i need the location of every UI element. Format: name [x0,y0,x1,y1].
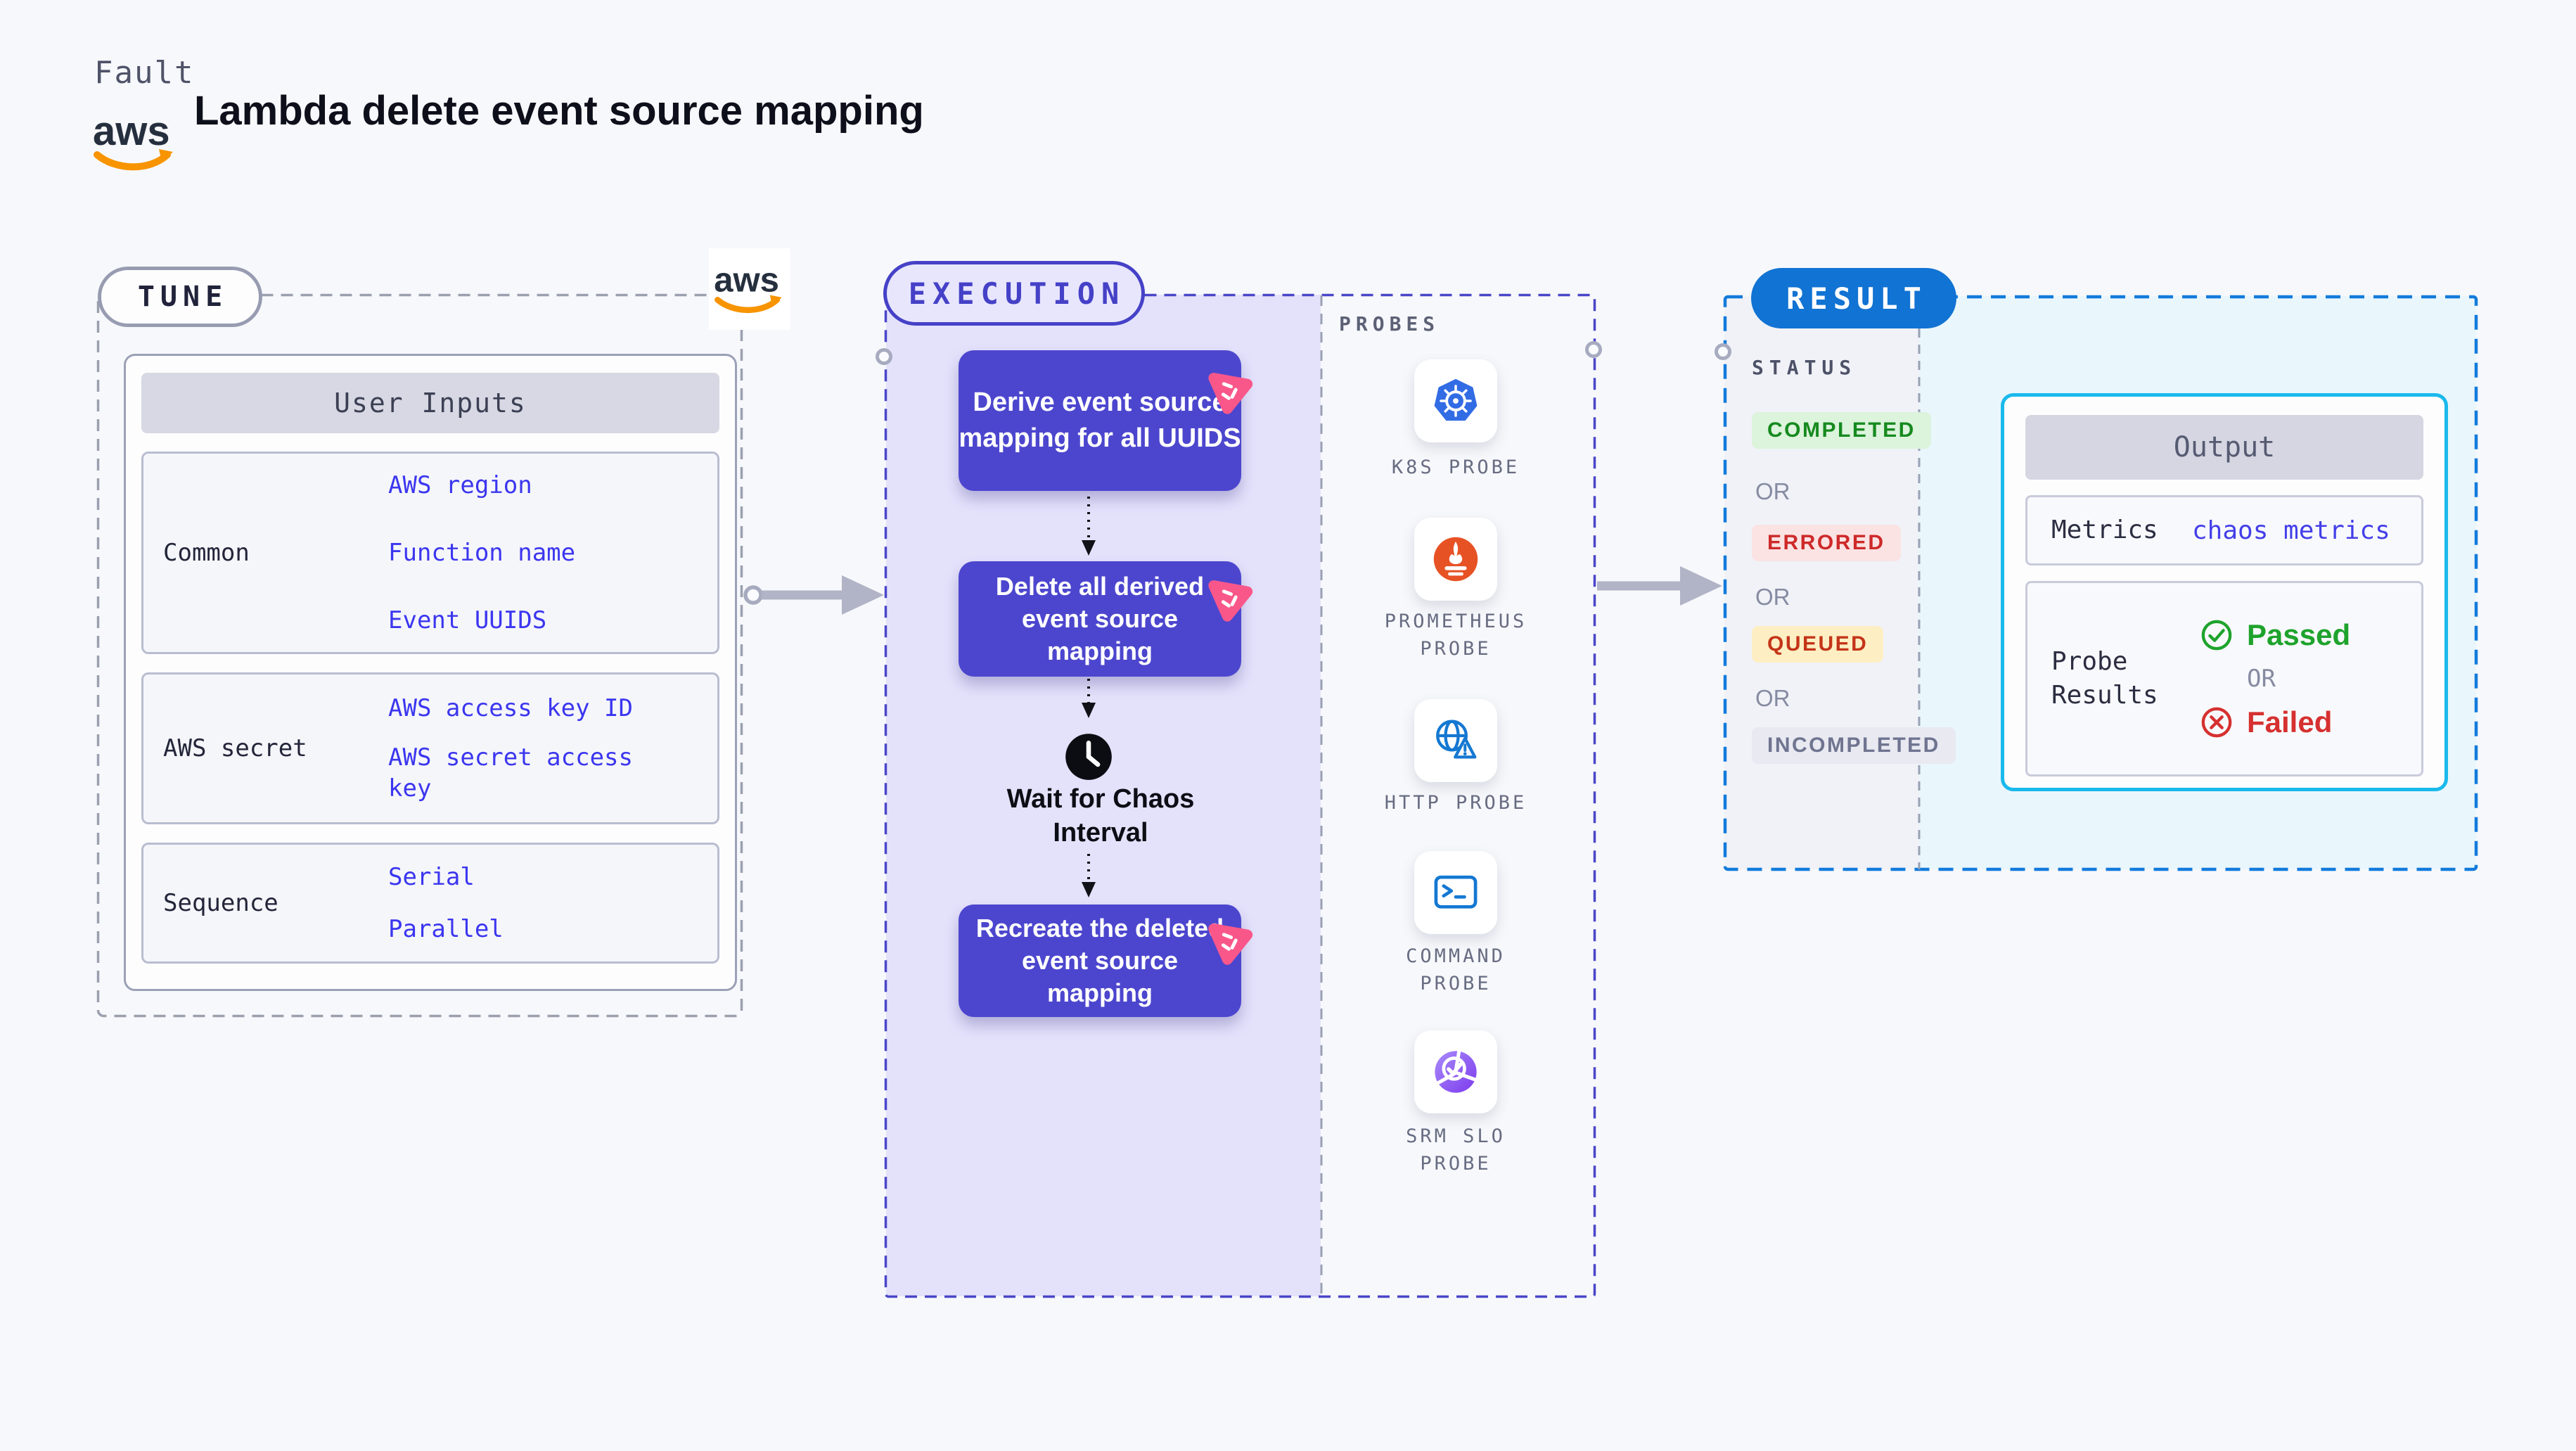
page-title: Lambda delete event source mapping [194,88,924,134]
step-text: Recreate the deleted event source mappin… [975,914,1224,1007]
probe-label-srm-slo: SRM SLO PROBE [1406,1125,1506,1175]
probe-results-label: Probe Results [2051,647,2158,710]
probe-label-command: COMMAND PROBE [1406,945,1506,995]
or-label: OR [1755,685,1790,711]
srm-slo-gauge-icon [1435,1049,1477,1093]
probe-card-k8s [1414,359,1497,442]
probe-card-prometheus [1414,518,1497,601]
tune-row-common: Common AWS region Function name Event UU… [141,452,719,654]
link-function-name[interactable]: Function name [388,537,655,568]
tune-row-sequence: Sequence Serial Parallel [141,843,719,964]
row-label: Common [163,539,250,567]
row-label: Sequence [163,889,278,917]
connector-result-left [1715,343,1731,360]
step-recreate-event-source-mapping[interactable]: Recreate the deleted event source mappin… [959,905,1253,1017]
link-aws-region[interactable]: AWS region [388,470,655,501]
status-badge-errored: ERRORED [1752,525,1901,561]
output-panel: Output Metrics chaos metrics Probe Resul… [2001,393,2448,791]
flow-arrow-3 [1082,854,1096,897]
flow-arrow-1 [1082,497,1096,556]
http-globe-warning-icon [1436,720,1477,759]
link-serial[interactable]: Serial [388,862,655,893]
aws-logo-tune: aws [709,248,790,330]
status-title: STATUS [1752,356,1857,379]
probes-divider [1320,295,1323,1296]
or-label: OR [2247,665,2276,693]
tune-pill: TUNE [98,267,262,327]
step-text: Derive event source mapping for all UUID… [959,388,1241,453]
probe-label-http: HTTP PROBE [1384,792,1527,814]
status-badge-queued: QUEUED [1752,626,1884,663]
probe-results-row: Probe Results Passed OR Failed [2025,581,2423,776]
link-aws-access-key-id[interactable]: AWS access key ID [388,693,643,724]
flow-arrow-2 [1082,679,1096,718]
link-event-uuids[interactable]: Event UUIDS [388,605,655,636]
prometheus-icon [1433,537,1478,582]
step-delete-event-source-mapping[interactable]: Delete all derived event source mapping [959,561,1253,677]
terminal-icon [1434,875,1478,909]
user-inputs-title: User Inputs [141,373,719,433]
step-derive-event-source-mapping[interactable]: Derive event source mapping for all UUID… [959,350,1253,491]
fault-eyebrow: Fault [94,55,195,91]
link-aws-secret-access-key[interactable]: AWS secret access key [388,742,643,804]
wait-for-chaos-interval-label: Wait for Chaos Interval [1006,784,1195,848]
probe-card-srm-slo [1414,1030,1497,1113]
fault-diagram: Fault Lambda delete event source mapping… [0,0,2576,1451]
user-inputs-panel: User Inputs Common AWS region Function n… [124,354,737,991]
probes-title: PROBES [1339,312,1440,335]
result-pill: RESULT [1751,268,1956,328]
status-output-divider [1918,296,1921,869]
probe-label-k8s: K8S PROBE [1391,456,1520,478]
connector-execution-left [876,348,892,365]
passed-check-icon [2201,620,2232,651]
step-text: Delete all derived event source mapping [995,572,1205,665]
or-label: OR [1755,478,1790,504]
kubernetes-icon [1434,378,1478,421]
output-title: Output [2025,415,2423,480]
passed-label: Passed [2247,618,2351,651]
clock-icon [1065,734,1112,780]
failed-x-icon [2201,707,2232,738]
svg-text:aws: aws [93,108,170,154]
row-label: AWS secret [163,734,307,762]
failed-label: Failed [2247,705,2333,739]
metrics-row: Metrics chaos metrics [2025,495,2423,565]
svg-text:aws: aws [714,261,779,299]
probe-label-prometheus: PROMETHEUS PROBE [1384,611,1527,660]
or-label: OR [1755,584,1790,610]
aws-logo: aws [91,106,179,179]
tune-row-aws-secret: AWS secret AWS access key ID AWS secret … [141,672,719,824]
connector-execution-right [1585,341,1602,358]
execution-pill: EXECUTION [883,261,1145,326]
metrics-label: Metrics [2051,516,2158,544]
link-parallel[interactable]: Parallel [388,914,655,945]
arrow-execution-to-result [1597,566,1722,606]
arrow-tune-to-execution [743,575,884,615]
probe-card-command [1414,851,1497,934]
status-badge-completed: COMPLETED [1752,412,1931,449]
probe-card-http [1414,699,1497,782]
chaos-metrics-link[interactable]: chaos metrics [2192,516,2390,545]
status-badge-incompleted: INCOMPLETED [1752,727,1956,764]
